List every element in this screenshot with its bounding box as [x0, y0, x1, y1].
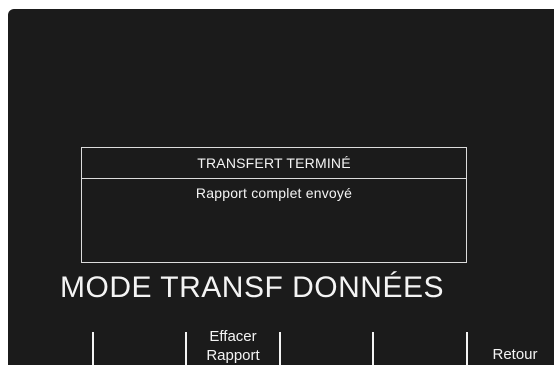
clear-report-label-line2: Rapport	[206, 347, 260, 364]
clear-report-label-line1: Effacer	[209, 328, 257, 345]
transfer-complete-dialog: TRANSFERT TERMINÉ Rapport complet envoyé	[81, 147, 467, 263]
dialog-message: Rapport complet envoyé	[195, 185, 353, 201]
back-label: Retour	[492, 346, 538, 363]
softkey-divider	[466, 332, 468, 365]
device-screen: TRANSFERT TERMINÉ Rapport complet envoyé…	[8, 9, 554, 365]
clear-report-softkey[interactable]: Effacer Rapport	[187, 327, 279, 365]
back-softkey[interactable]: Retour	[476, 345, 554, 365]
mode-title: MODE TRANSF DONNÉES	[60, 271, 444, 304]
softkey-divider	[372, 332, 374, 365]
softkey-divider	[92, 332, 94, 365]
dialog-title: TRANSFERT TERMINÉ	[82, 148, 466, 179]
softkey-divider	[279, 332, 281, 365]
